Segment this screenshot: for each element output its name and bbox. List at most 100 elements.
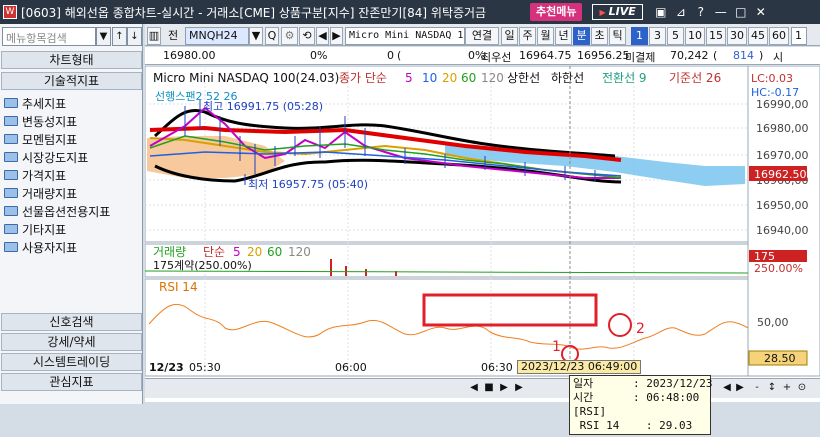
- indicator-tree: 추세지표 변동성지표 모멘텀지표 시장강도지표 가격지표 거래량지표 선물옵션전…: [4, 94, 110, 256]
- tree-item-volume[interactable]: 거래량지표: [4, 184, 110, 202]
- tree-item-momentum[interactable]: 모멘텀지표: [4, 130, 110, 148]
- interval-custom-input[interactable]: 1: [791, 27, 807, 45]
- tree-item-user[interactable]: 사용자지표: [4, 238, 110, 256]
- search-dropdown-icon[interactable]: ▼: [96, 27, 111, 46]
- x-tick: 05:30: [189, 361, 221, 374]
- pin-icon[interactable]: ⊿: [671, 5, 691, 19]
- interval-1-button[interactable]: 1: [631, 27, 648, 45]
- interval-15-button[interactable]: 15: [706, 27, 726, 45]
- symbol-name-field: Micro Mini NASDAQ 10: [345, 27, 465, 45]
- indicator-panel: 메뉴항목검색 ▼ ↑ ↓ 차트형태 기술적지표 추세지표 변동성지표 모멘텀지표…: [0, 24, 143, 404]
- tree-item-strength[interactable]: 시장강도지표: [4, 148, 110, 166]
- scroll-left-icon[interactable]: ◀: [720, 381, 734, 396]
- period-minute-button[interactable]: 분: [573, 27, 590, 45]
- maximize-icon[interactable]: □: [731, 5, 751, 19]
- prev-icon[interactable]: ◀: [316, 27, 329, 45]
- interval-60-button[interactable]: 60: [769, 27, 789, 45]
- ma-120-legend: 120: [481, 71, 504, 85]
- help-icon[interactable]: ?: [691, 5, 711, 19]
- connect-button[interactable]: 연결: [465, 27, 499, 45]
- period-month-button[interactable]: 월: [537, 27, 554, 45]
- move-down-icon[interactable]: ↓: [127, 27, 142, 46]
- paren-close: ): [759, 49, 764, 62]
- close-simple-legend: 종가 단순: [339, 71, 387, 85]
- refresh-icon[interactable]: ⟲: [299, 27, 315, 45]
- interval-10-button[interactable]: 10: [685, 27, 705, 45]
- zoom-out-icon[interactable]: -: [750, 381, 764, 396]
- scroll-last-icon[interactable]: ▶: [512, 381, 526, 396]
- symbol-code-input[interactable]: MNQH24: [185, 27, 249, 45]
- volume-title: 거래량: [153, 245, 186, 259]
- lc-value: LC:0.03: [751, 72, 793, 85]
- tree-item-price[interactable]: 가격지표: [4, 166, 110, 184]
- period-second-button[interactable]: 초: [591, 27, 608, 45]
- tooltip-date: 일자 : 2023/12/23: [573, 377, 713, 390]
- base-line-legend: 기준선 26: [669, 71, 721, 85]
- volume-sub-label: 175계약(250.00%): [153, 258, 252, 272]
- x-tick: 06:00: [335, 361, 367, 374]
- folder-icon: [4, 134, 18, 144]
- window-title: [0603] 해외선옵 종합차트-실시간 - 거래소[CME] 상품구분[지수]…: [21, 5, 487, 20]
- zoom-in-icon[interactable]: +: [780, 381, 794, 396]
- interval-3-button[interactable]: 3: [649, 27, 666, 45]
- period-year-button[interactable]: 년: [555, 27, 572, 45]
- rsi-y-tick: 50,00: [757, 316, 789, 329]
- unsettled-change: 814: [733, 49, 754, 62]
- favorite-indicator-button[interactable]: 관심지표: [1, 373, 142, 391]
- symbol-dropdown-icon[interactable]: ▼: [249, 27, 263, 45]
- tile-icon[interactable]: ▣: [651, 5, 671, 19]
- data-tooltip: 일자 : 2023/12/23 시간 : 06:48:00 [RSI] RSI …: [569, 375, 713, 435]
- scroll-first-icon[interactable]: ◀: [467, 381, 481, 396]
- tree-item-trend[interactable]: 추세지표: [4, 94, 110, 112]
- current-price: 16980.00: [163, 49, 216, 62]
- play-icon[interactable]: ▶: [497, 381, 511, 396]
- tech-indicator-header[interactable]: 기술적지표: [1, 72, 142, 90]
- live-button[interactable]: LIVE: [592, 4, 643, 20]
- chart-type-header[interactable]: 차트형태: [1, 51, 142, 69]
- interval-30-button[interactable]: 30: [727, 27, 747, 45]
- tree-item-volatility[interactable]: 변동성지표: [4, 112, 110, 130]
- period-tick-button[interactable]: 틱: [609, 27, 626, 45]
- interval-5-button[interactable]: 5: [667, 27, 684, 45]
- tree-item-other[interactable]: 기타지표: [4, 220, 110, 238]
- vol-ma-120: 120: [288, 245, 311, 259]
- search-icon[interactable]: Q: [265, 27, 279, 45]
- chart-svg: Micro Mini NASDAQ 100(24.03) 종가 단순 5 10 …: [145, 66, 820, 377]
- reset-icon[interactable]: ⊙: [795, 381, 809, 396]
- unsettled-label: 미결제: [625, 51, 656, 64]
- menu-search-input[interactable]: 메뉴항목검색: [2, 27, 96, 46]
- period-day-button[interactable]: 일: [501, 27, 518, 45]
- chart-settings-icon[interactable]: ⚙: [281, 27, 298, 45]
- bull-bear-button[interactable]: 강세/약세: [1, 333, 142, 351]
- paren-open-2: (: [713, 49, 718, 62]
- signal-search-button[interactable]: 신호검색: [1, 313, 142, 331]
- tree-item-futures[interactable]: 선물옵션전용지표: [4, 202, 110, 220]
- system-trading-button[interactable]: 시스템트레이딩: [1, 353, 142, 371]
- rsi-title: RSI 14: [159, 280, 198, 294]
- chart-area[interactable]: Micro Mini NASDAQ 100(24.03) 종가 단순 5 10 …: [145, 66, 820, 402]
- period-week-button[interactable]: 주: [519, 27, 536, 45]
- lower-band-legend: 하한선: [551, 71, 584, 85]
- move-up-icon[interactable]: ↑: [112, 27, 127, 46]
- minimize-icon[interactable]: —: [711, 5, 731, 19]
- next-icon[interactable]: ▶: [330, 27, 343, 45]
- volume-legend: 단순: [203, 245, 225, 259]
- y-tick: 16980,00: [756, 122, 809, 135]
- settings-icon[interactable]: ▥: [147, 27, 161, 45]
- tooltip-time: 시간 : 06:48:00: [573, 391, 700, 404]
- y-tick: 16950,00: [756, 199, 809, 212]
- close-icon[interactable]: ✕: [751, 5, 771, 19]
- folder-icon: [4, 242, 18, 252]
- scroll-right-icon[interactable]: ▶: [733, 381, 747, 396]
- recommend-menu-button[interactable]: 추천메뉴: [530, 3, 583, 21]
- folder-icon: [4, 98, 18, 108]
- zoom-fit-icon[interactable]: ↕: [765, 381, 779, 396]
- x-axis-date: 12/23: [149, 361, 184, 374]
- unsettled-value: 70,242: [670, 49, 709, 62]
- folder-icon: [4, 116, 18, 126]
- vol-ma-5: 5: [233, 245, 241, 259]
- stop-icon[interactable]: ■: [482, 381, 496, 396]
- y-tick: 16990,00: [756, 98, 809, 111]
- interval-45-button[interactable]: 45: [748, 27, 768, 45]
- folder-icon: [4, 170, 18, 180]
